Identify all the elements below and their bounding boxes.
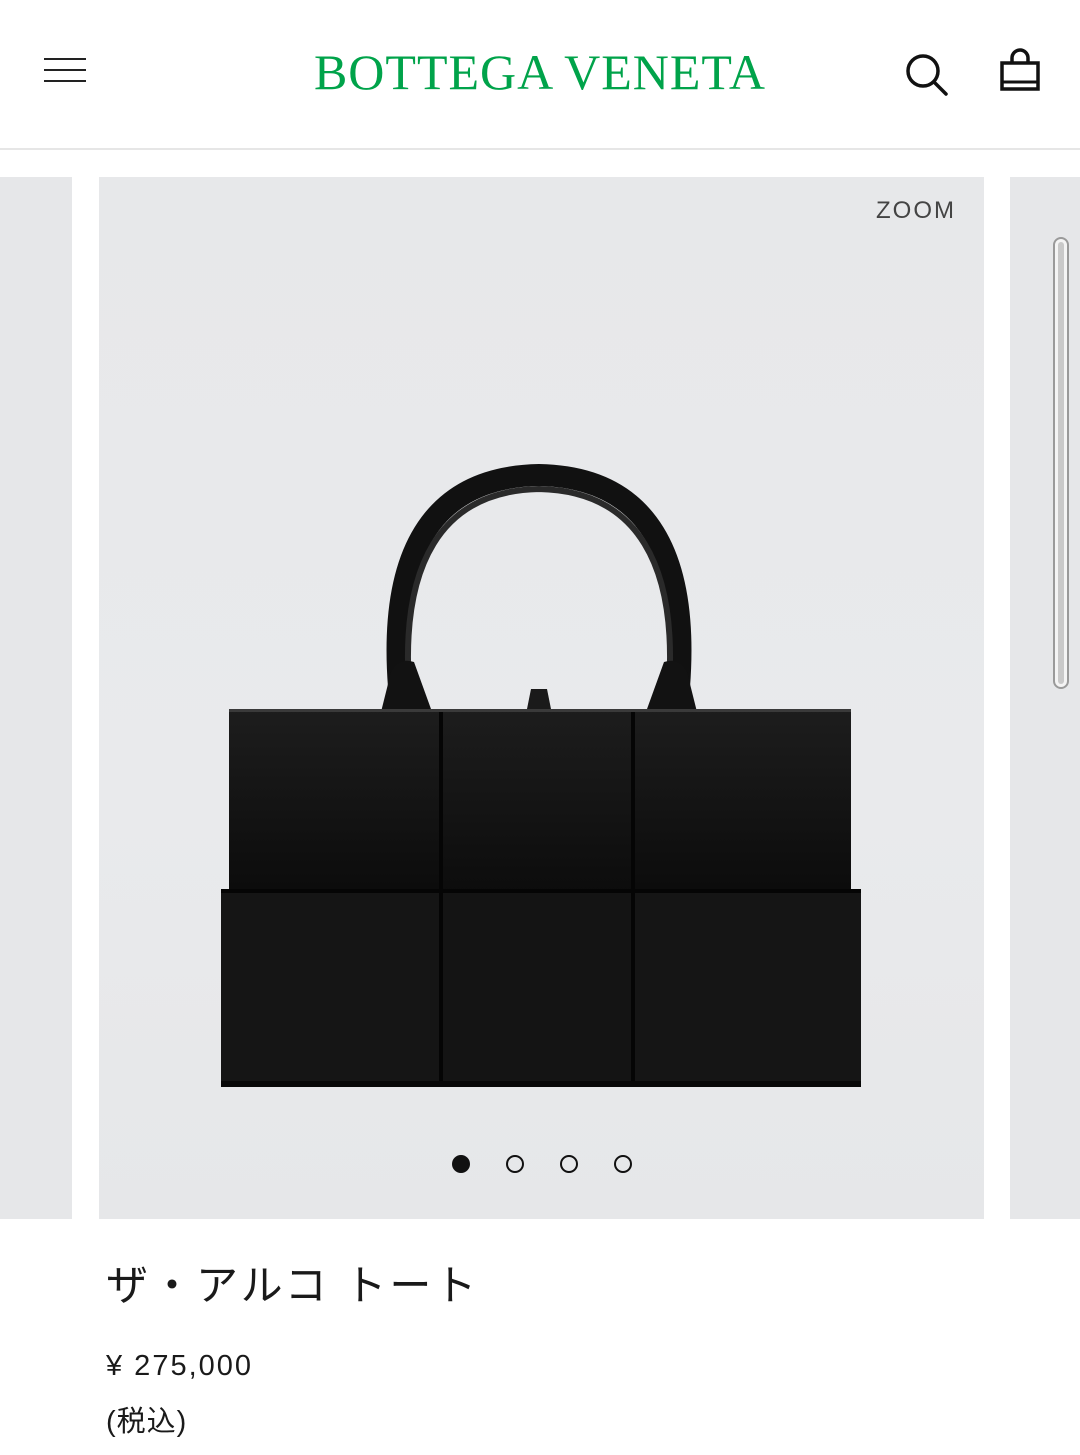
tax-included-note: (税込): [106, 1406, 188, 1438]
search-icon[interactable]: [902, 50, 950, 98]
site-header: BOTTEGA VENETA: [0, 0, 1080, 150]
scrollbar-thumb[interactable]: [1058, 242, 1064, 684]
shopping-bag-icon[interactable]: [996, 46, 1044, 94]
zoom-button[interactable]: ZOOM: [876, 197, 956, 225]
product-image-gallery[interactable]: ZOOM: [0, 177, 1080, 1219]
pagination-dot-2[interactable]: [505, 1155, 524, 1173]
vertical-scrollbar[interactable]: [1053, 237, 1069, 689]
main-product-slide[interactable]: ZOOM: [99, 177, 984, 1219]
next-slide-peek[interactable]: [1010, 177, 1080, 1219]
product-price: ¥ 275,000: [106, 1350, 254, 1382]
product-title: ザ・アルコ トート: [106, 1262, 480, 1309]
pagination-dot-1[interactable]: [451, 1155, 470, 1173]
product-image: [221, 463, 861, 1087]
pagination-dot-3[interactable]: [559, 1155, 578, 1173]
carousel-pagination: [99, 1155, 984, 1173]
pagination-dot-4[interactable]: [613, 1155, 632, 1173]
previous-slide-peek[interactable]: [0, 177, 72, 1219]
